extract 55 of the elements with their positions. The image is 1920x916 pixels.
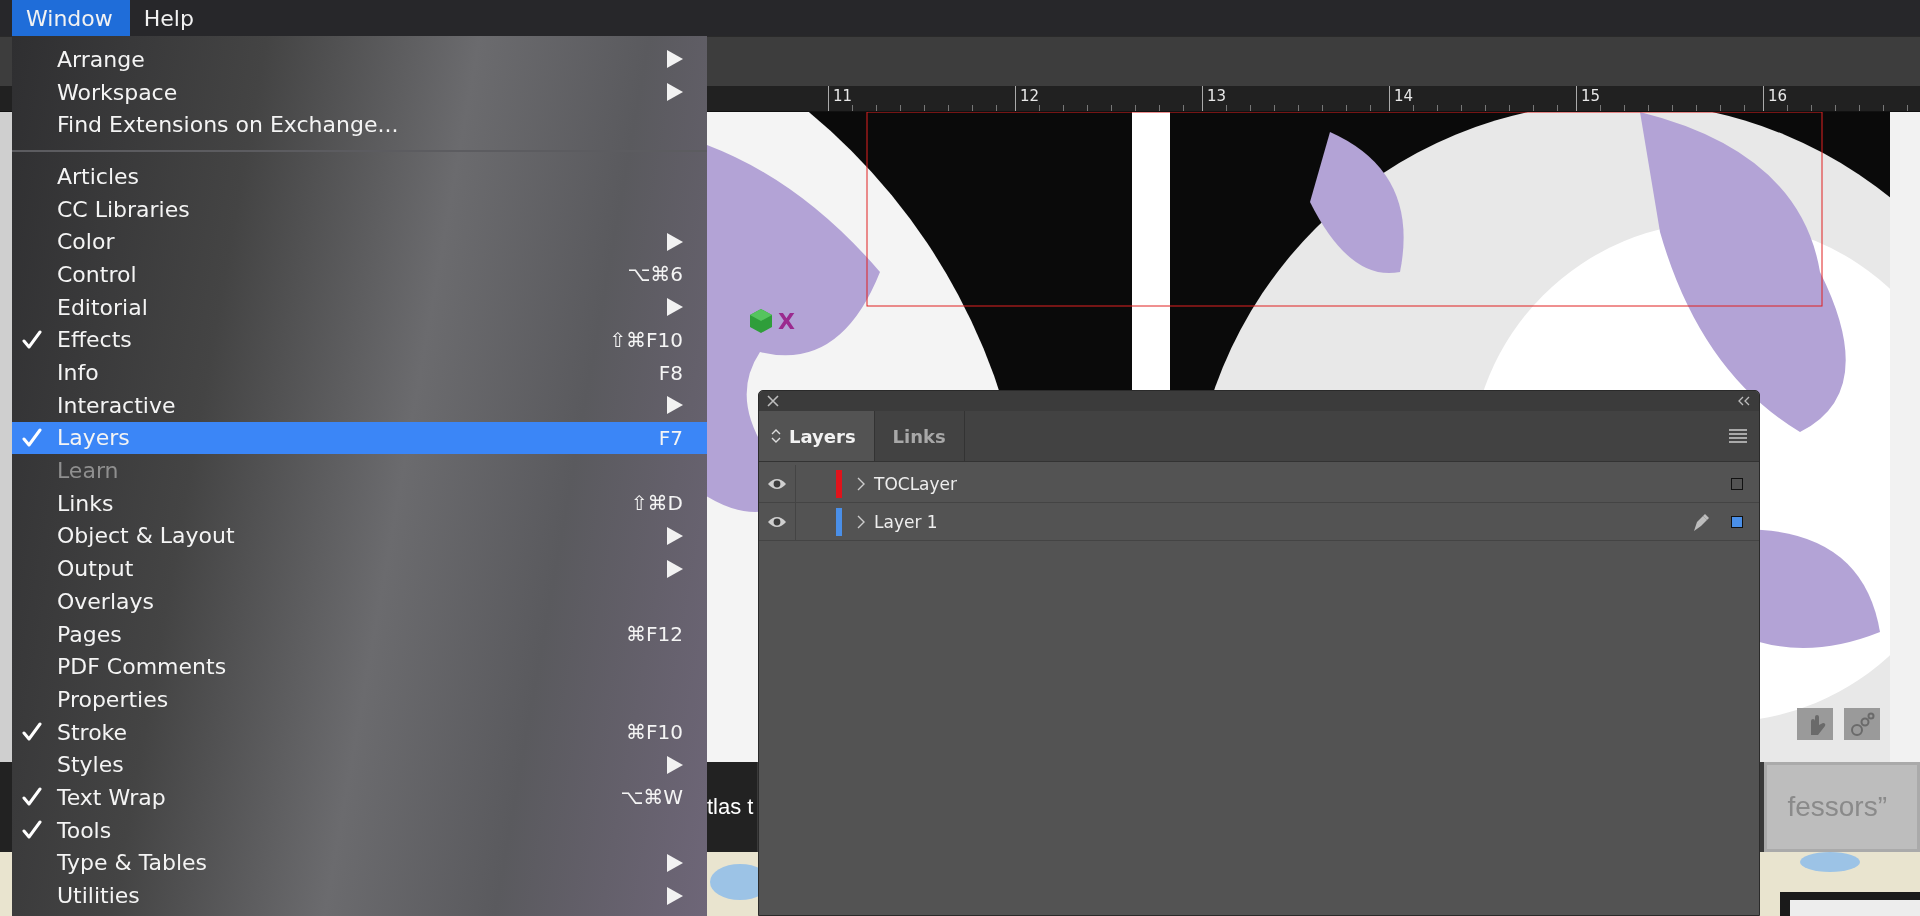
menu-item[interactable]: Output (12, 552, 707, 585)
layer-name: TOCLayer (874, 473, 958, 494)
menu-item: Learn (56, 457, 120, 486)
panel-tab[interactable]: Layers (759, 411, 875, 461)
panel-tab[interactable]: Links (874, 411, 965, 461)
menu-item[interactable]: Properties (12, 683, 707, 716)
menu-item[interactable]: Editorial (12, 290, 707, 324)
shortcut-text: ⌘F10 (626, 720, 683, 745)
layer-name: Layer 1 (874, 511, 938, 532)
layer-row[interactable]: TOCLayer (759, 465, 1759, 503)
shortcut-text: ⇧⌘F10 (609, 327, 683, 352)
menu-icon[interactable] (1729, 429, 1747, 443)
menu-item[interactable]: Color (12, 225, 707, 259)
shortcut-text: ⌘F12 (626, 622, 683, 647)
menu-item[interactable]: Tools (12, 813, 707, 847)
ruler-number: 16 (1768, 87, 1788, 105)
menu-item[interactable]: Text Wrap ⌥⌘W (12, 781, 707, 814)
menu-item[interactable]: Arrange (12, 43, 707, 76)
updown-icon (771, 428, 781, 444)
hexagon-icon (748, 308, 774, 334)
menu-item[interactable]: Effects ⇧⌘F10 (12, 323, 707, 357)
menu-item[interactable]: Find Extensions on Exchange... (12, 108, 707, 142)
marker-label: X (778, 308, 795, 334)
menu-item[interactable]: CC Libraries (12, 192, 707, 226)
menu-item[interactable]: Interactive (12, 388, 707, 422)
ruler-number: 11 (833, 87, 853, 105)
ruler-number: 12 (1020, 87, 1040, 105)
menu-item[interactable]: Stroke ⌘F10 (12, 715, 707, 749)
menu-item[interactable]: Links ⇧⌘D (12, 486, 707, 520)
ruler-number: 14 (1394, 87, 1414, 105)
menu-item[interactable]: Object & Layout (12, 519, 707, 553)
selection-square[interactable] (1731, 477, 1743, 490)
ruler-number: 13 (1207, 87, 1227, 105)
shortcut-text: ⇧⌘D (630, 491, 683, 516)
ruler-number: 15 (1581, 87, 1601, 105)
menu-item[interactable]: Utilities (12, 879, 707, 912)
collapse-button[interactable] (1737, 396, 1751, 406)
menu-item[interactable]: Overlays (12, 585, 707, 618)
menu-bar-item[interactable]: Window (12, 0, 130, 36)
menu-item[interactable]: PDF Comments (12, 650, 707, 684)
shortcut-text: F7 (658, 425, 683, 450)
shortcut-text: ⌥⌘6 (627, 262, 683, 287)
menu-item[interactable]: Pages ⌘F12 (12, 617, 707, 651)
selection-square[interactable] (1731, 515, 1743, 528)
shortcut-text: F8 (658, 360, 683, 385)
menu-item[interactable]: Info F8 (12, 356, 707, 389)
menu-item[interactable]: Workspace (12, 75, 707, 109)
circles-icon (1844, 708, 1880, 740)
menu-bar-item[interactable]: Help (129, 0, 211, 36)
close-button[interactable] (767, 395, 779, 407)
menu-item[interactable]: Control ⌥⌘6 (12, 258, 707, 291)
layer-row[interactable]: Layer 1 (759, 503, 1759, 541)
menu-item[interactable]: Articles (12, 160, 707, 193)
hand-icon (1797, 708, 1833, 740)
shortcut-text: ⌥⌘W (620, 785, 683, 810)
